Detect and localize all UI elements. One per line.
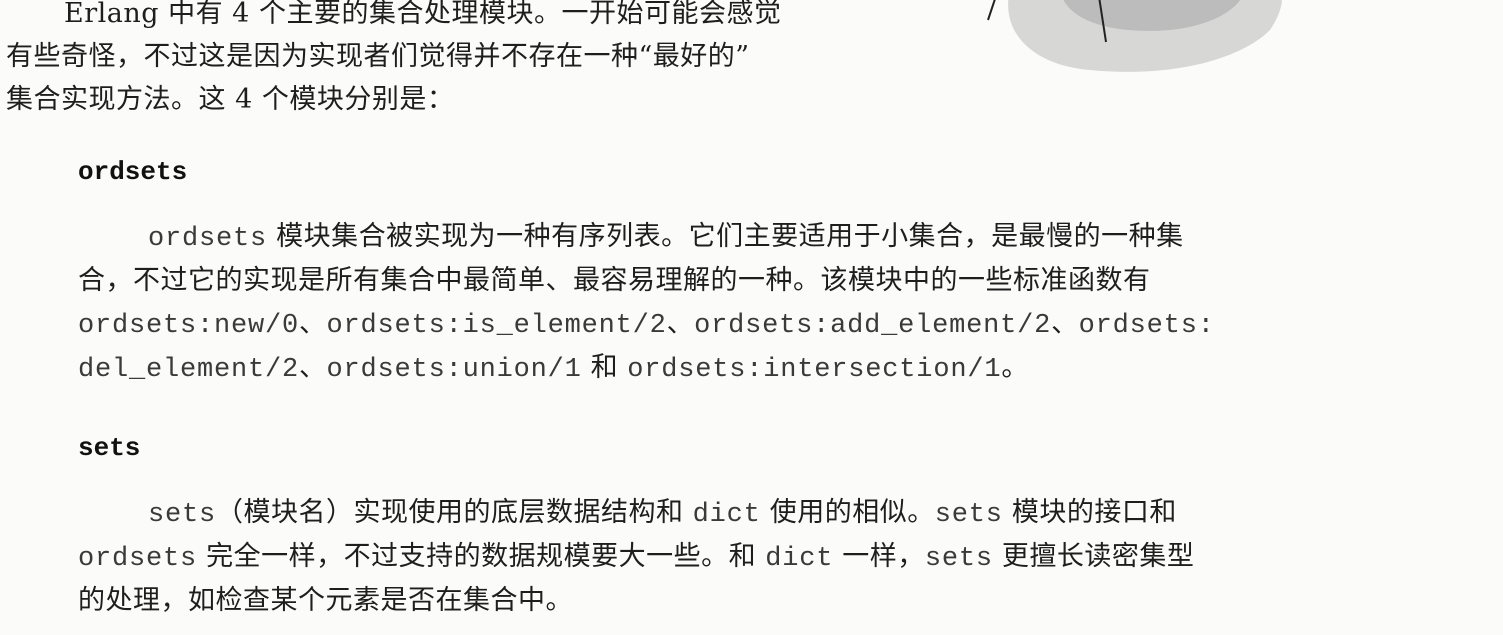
inline-code: ordsets: xyxy=(1078,311,1215,341)
inline-code: sets xyxy=(934,500,1003,530)
inline-code: dict xyxy=(692,500,761,530)
text-run: 完全一样，不过支持的数据规模要大一些。和 xyxy=(197,541,766,572)
sets-para-line-3: 的处理，如检查某个元素是否在集合中。 xyxy=(78,585,573,616)
text-run: 更擅长读密集型 xyxy=(992,541,1195,572)
sets-heading: sets xyxy=(78,433,141,463)
ordsets-para-line-2: 合，不过它的实现是所有集合中最简单、最容易理解的一种。该模块中的一些标准函数有 xyxy=(78,265,1151,296)
text-run: 一样， xyxy=(833,541,925,572)
intro-line-2: 有些奇怪，不过这是因为实现者们觉得并不存在一种“最好的” xyxy=(6,41,750,72)
text-run: 和 xyxy=(581,352,628,383)
ordsets-para-line-1: ordsets 模块集合被实现为一种有序列表。它们主要适用于小集合，是最慢的一种… xyxy=(148,217,1184,259)
text-run: 、 xyxy=(299,352,327,383)
inline-code: ordsets:is_element/2 xyxy=(326,311,667,341)
text-run: 模块的接口和 xyxy=(1002,497,1177,528)
text-run: 模块集合被实现为一种有序列表。它们主要适用于小集合，是最慢的一种集 xyxy=(267,221,1184,252)
inline-code: del_element/2 xyxy=(78,355,300,385)
inline-code: sets xyxy=(924,544,993,574)
inline-code: ordsets:union/1 xyxy=(326,355,582,385)
text-run: 。 xyxy=(1001,352,1029,383)
inline-code: ordsets xyxy=(148,224,268,254)
inline-code: ordsets:intersection/1 xyxy=(627,355,1002,385)
inline-code: sets xyxy=(148,500,217,530)
ordsets-heading: ordsets xyxy=(78,157,188,187)
book-page: Erlang 中有 4 个主要的集合处理模块。一开始可能会感觉 有些奇怪，不过这… xyxy=(0,0,1503,635)
text-run: 使用的相似。 xyxy=(760,497,935,528)
inline-code: dict xyxy=(765,544,834,574)
inline-code: ordsets:add_element/2 xyxy=(694,311,1052,341)
intro-line-1: Erlang 中有 4 个主要的集合处理模块。一开始可能会感觉 xyxy=(64,0,782,29)
text-run: 、 xyxy=(666,308,695,339)
text-run: 、 xyxy=(1051,308,1079,339)
inline-code: ordsets:new/0 xyxy=(78,311,300,341)
inline-code: ordsets xyxy=(78,544,198,574)
text-run: （模块名）实现使用的底层数据结构和 xyxy=(216,497,693,528)
text-run: 、 xyxy=(299,308,327,339)
ordsets-para-line-4: del_element/2、ordsets:union/1 和 ordsets:… xyxy=(78,348,1029,390)
ordsets-para-line-3: ordsets:new/0、ordsets:is_element/2、ordse… xyxy=(78,304,1215,346)
sets-para-line-2: ordsets 完全一样，不过支持的数据规模要大一些。和 dict 一样，set… xyxy=(78,537,1194,579)
intro-line-3: 集合实现方法。这 4 个模块分别是： xyxy=(6,84,455,115)
sets-para-line-1: sets（模块名）实现使用的底层数据结构和 dict 使用的相似。sets 模块… xyxy=(148,493,1177,535)
partial-cartoon-illustration xyxy=(987,0,1282,72)
